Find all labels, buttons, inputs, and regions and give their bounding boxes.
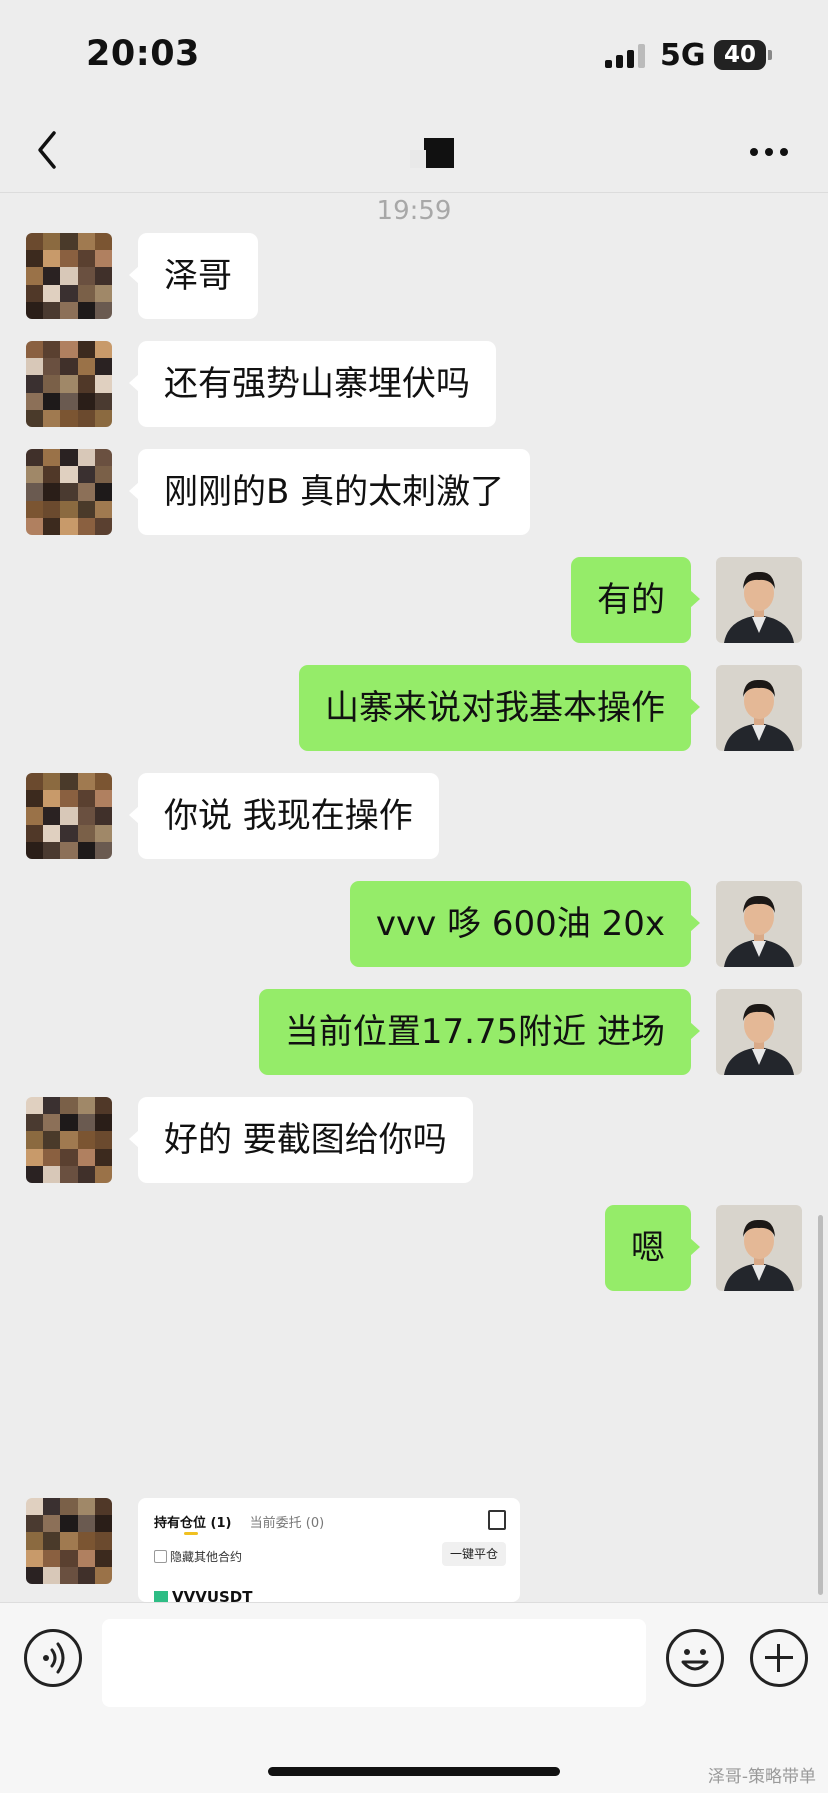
contact-avatar[interactable] <box>26 449 112 535</box>
signal-icon <box>605 44 647 68</box>
coin-icon <box>154 1590 168 1602</box>
hide-other-contracts-label: 隐藏其他合约 <box>170 1550 243 1564</box>
chevron-left-icon <box>38 131 56 169</box>
incoming-message: 好的 要截图给你吗 <box>0 1097 828 1187</box>
message-bubble[interactable]: 你说 我现在操作 <box>129 773 439 859</box>
message-bubble[interactable]: 有的 <box>571 557 700 643</box>
home-indicator <box>268 1767 560 1776</box>
emoji-icon <box>681 1649 709 1671</box>
status-bar: 20:03 5G 40 <box>0 0 828 110</box>
battery-tip <box>768 50 772 60</box>
emoji-button[interactable] <box>666 1629 724 1687</box>
scrollbar[interactable] <box>818 1215 823 1595</box>
message-bubble[interactable]: 刚刚的B 真的太刺激了 <box>128 449 531 535</box>
incoming-message: 你说 我现在操作 <box>0 773 828 863</box>
outgoing-message: vvv 哆 600油 20x <box>0 881 828 971</box>
message-bubble[interactable]: vvv 哆 600油 20x <box>349 881 701 967</box>
voice-button[interactable] <box>24 1629 82 1687</box>
contact-avatar[interactable] <box>26 1097 112 1183</box>
checkbox-icon <box>154 1550 167 1563</box>
plus-button[interactable] <box>750 1629 808 1687</box>
contact-avatar[interactable] <box>26 773 112 859</box>
my-avatar[interactable] <box>716 557 802 643</box>
my-avatar[interactable] <box>716 989 802 1075</box>
contact-avatar[interactable] <box>26 1498 112 1584</box>
watermark: 泽哥-策略带单 <box>707 1767 816 1787</box>
message-timestamp: 19:59 <box>376 196 452 226</box>
outgoing-message: 当前位置17.75附近 进场 <box>0 989 828 1079</box>
message-bubble[interactable]: 嗯 <box>605 1205 700 1291</box>
contact-avatar[interactable] <box>26 233 112 319</box>
document-icon <box>488 1510 506 1530</box>
ellipsis-icon <box>750 148 758 156</box>
contact-avatar[interactable] <box>26 341 112 427</box>
chat-header <box>0 110 828 193</box>
contact-name-redacted <box>410 138 454 168</box>
my-avatar[interactable] <box>716 1205 802 1291</box>
message-bubble[interactable]: 还有强势山寨埋伏吗 <box>129 341 496 427</box>
positions-tab: 持有仓位 (1) <box>154 1516 232 1531</box>
message-bubble[interactable]: 山寨来说对我基本操作 <box>299 665 700 751</box>
message-input[interactable] <box>102 1619 646 1707</box>
battery-icon: 40 <box>714 40 766 70</box>
network-type: 5G <box>660 38 706 73</box>
status-time: 20:03 <box>86 34 200 74</box>
voice-icon <box>43 1642 65 1674</box>
screenshot-image-message[interactable]: 持有仓位 (1) 当前委托 (0) 隐藏其他合约 一键平仓 VVVUSDT <box>138 1498 520 1602</box>
input-bar <box>0 1602 828 1793</box>
message-bubble[interactable]: 好的 要截图给你吗 <box>129 1097 473 1183</box>
close-all-label: 一键平仓 <box>441 1542 506 1566</box>
more-button[interactable] <box>744 136 794 166</box>
symbol-label: VVVUSDT <box>154 1588 253 1602</box>
outgoing-message: 有的 <box>0 557 828 647</box>
my-avatar[interactable] <box>716 665 802 751</box>
my-avatar[interactable] <box>716 881 802 967</box>
incoming-message: 刚刚的B 真的太刺激了 <box>0 449 828 539</box>
message-bubble[interactable]: 泽哥 <box>129 233 258 319</box>
orders-tab: 当前委托 (0) <box>249 1516 325 1531</box>
message-bubble[interactable]: 当前位置17.75附近 进场 <box>258 989 701 1075</box>
back-button[interactable] <box>30 125 70 175</box>
tab-underline <box>184 1532 198 1535</box>
incoming-message: 泽哥 <box>0 233 828 323</box>
outgoing-message: 山寨来说对我基本操作 <box>0 665 828 755</box>
outgoing-message: 嗯 <box>0 1205 828 1295</box>
incoming-message: 还有强势山寨埋伏吗 <box>0 341 828 431</box>
